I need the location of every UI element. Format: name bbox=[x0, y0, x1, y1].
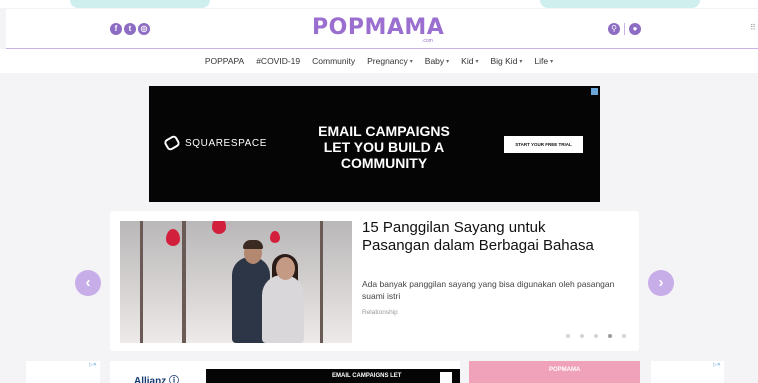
slider-dot-active[interactable] bbox=[608, 334, 612, 338]
promo-card[interactable]: POPMAMA bbox=[469, 361, 640, 383]
article-title[interactable]: 15 Panggilan Sayang untuk Pasangan dalam… bbox=[362, 219, 602, 255]
nav-item-label: #COVID-19 bbox=[256, 56, 301, 66]
site-logo-suffix: .com bbox=[422, 38, 433, 44]
ad-brand: SQUARESPACE bbox=[162, 134, 267, 152]
chevron-down-icon: ▾ bbox=[519, 58, 523, 65]
slider-next-button[interactable]: › bbox=[648, 270, 674, 296]
chevron-down-icon: ▾ bbox=[446, 58, 450, 65]
twitter-icon[interactable]: t bbox=[124, 23, 136, 35]
heart-balloon bbox=[166, 229, 180, 246]
nav-item-label: Big Kid bbox=[490, 56, 518, 66]
chevron-down-icon: ▾ bbox=[475, 58, 479, 65]
slider-dot[interactable] bbox=[566, 334, 570, 338]
slider-dot[interactable] bbox=[594, 334, 598, 338]
inline-banner-ad[interactable]: EMAIL CAMPAIGNS LET bbox=[206, 369, 460, 383]
facebook-icon[interactable]: f bbox=[110, 23, 122, 35]
instagram-icon[interactable]: ◎ bbox=[138, 23, 150, 35]
slider-dot[interactable] bbox=[622, 334, 626, 338]
nav-item-community[interactable]: Community bbox=[312, 56, 355, 66]
ad-choices-icon[interactable]: ▷✕ bbox=[89, 362, 97, 368]
nav-item-covid-19[interactable]: #COVID-19 bbox=[256, 56, 300, 66]
nav-item-poppapa[interactable]: POPPAPA bbox=[205, 56, 244, 66]
ad-cta-button[interactable]: START YOUR FREE TRIAL bbox=[504, 136, 583, 153]
nav-item-big-kid[interactable]: Big Kid ▾ bbox=[490, 56, 522, 66]
slider-dot[interactable] bbox=[580, 334, 584, 338]
slider-pagination bbox=[566, 334, 626, 338]
banner-ad[interactable]: SQUARESPACE EMAIL CAMPAIGNS LET YOU BUIL… bbox=[149, 86, 600, 202]
photo-person bbox=[262, 275, 304, 343]
featured-article-card[interactable]: 15 Panggilan Sayang untuk Pasangan dalam… bbox=[110, 211, 639, 351]
side-ad-left[interactable]: ▷✕ bbox=[26, 361, 100, 383]
main-nav: POPPAPA #COVID-19 Community Pregnancy ▾ B… bbox=[0, 49, 758, 73]
photo-person-hair bbox=[243, 240, 263, 249]
tree-trunk bbox=[182, 221, 186, 343]
site-logo[interactable]: POPMAMA bbox=[312, 15, 444, 40]
tree-trunk bbox=[140, 221, 143, 343]
nav-item-label: Baby bbox=[424, 56, 445, 66]
bottom-ad-card[interactable]: Allianz ⓘ EMAIL CAMPAIGNS LET bbox=[110, 361, 460, 383]
nav-item-pregnancy[interactable]: Pregnancy ▾ bbox=[367, 56, 413, 66]
user-icon[interactable]: ● bbox=[629, 23, 641, 35]
ad-choices-icon[interactable]: ▷✕ bbox=[713, 362, 721, 368]
inline-ad-cta[interactable] bbox=[440, 372, 452, 383]
heart-balloon bbox=[212, 221, 226, 234]
tree-trunk bbox=[320, 221, 323, 343]
ad-choices-icon[interactable] bbox=[591, 88, 598, 95]
grid-menu-icon[interactable]: ⠿ bbox=[750, 23, 756, 32]
decorative-shape bbox=[70, 0, 210, 8]
nav-item-label: Community bbox=[312, 56, 356, 66]
divider bbox=[624, 23, 625, 35]
chevron-down-icon: ▾ bbox=[550, 58, 554, 65]
article-description: Ada banyak panggilan sayang yang bisa di… bbox=[362, 279, 615, 301]
promo-logo: POPMAMA bbox=[549, 367, 581, 373]
search-icon[interactable]: ⚲ bbox=[608, 23, 620, 35]
nav-item-label: Pregnancy bbox=[367, 56, 408, 66]
ad-brand-name: SQUARESPACE bbox=[185, 137, 267, 149]
header-actions: ⚲ ● bbox=[608, 23, 641, 35]
nav-item-label: Life bbox=[534, 56, 549, 66]
article-image[interactable] bbox=[120, 221, 352, 343]
squarespace-logo-icon bbox=[162, 134, 182, 152]
allianz-logo: Allianz ⓘ bbox=[134, 376, 180, 383]
nav-item-label: POPPAPA bbox=[204, 56, 245, 66]
nav-item-life[interactable]: Life ▾ bbox=[534, 56, 553, 66]
nav-item-kid[interactable]: Kid ▾ bbox=[461, 56, 478, 66]
inline-ad-text: EMAIL CAMPAIGNS LET bbox=[332, 373, 402, 379]
slider-prev-button[interactable]: ‹ bbox=[75, 270, 101, 296]
site-header: f t ◎ POPMAMA .com ⚲ ● ⠿ bbox=[6, 9, 758, 49]
top-banner-sliver bbox=[0, 0, 758, 8]
side-ad-right[interactable]: ▷✕ bbox=[651, 361, 724, 383]
decorative-shape bbox=[540, 0, 700, 8]
article-category[interactable]: Relationship bbox=[362, 309, 398, 316]
nav-item-label: Kid bbox=[461, 56, 474, 66]
nav-item-baby[interactable]: Baby ▾ bbox=[425, 56, 449, 66]
photo-person-head bbox=[276, 257, 295, 280]
heart-balloon bbox=[270, 231, 280, 243]
ad-headline: EMAIL CAMPAIGNS LET YOU BUILD A COMMUNIT… bbox=[318, 123, 450, 171]
page: f t ◎ POPMAMA .com ⚲ ● ⠿ POPPAPA #COVID-… bbox=[0, 0, 758, 383]
social-links: f t ◎ bbox=[110, 23, 150, 35]
chevron-down-icon: ▾ bbox=[409, 58, 413, 65]
